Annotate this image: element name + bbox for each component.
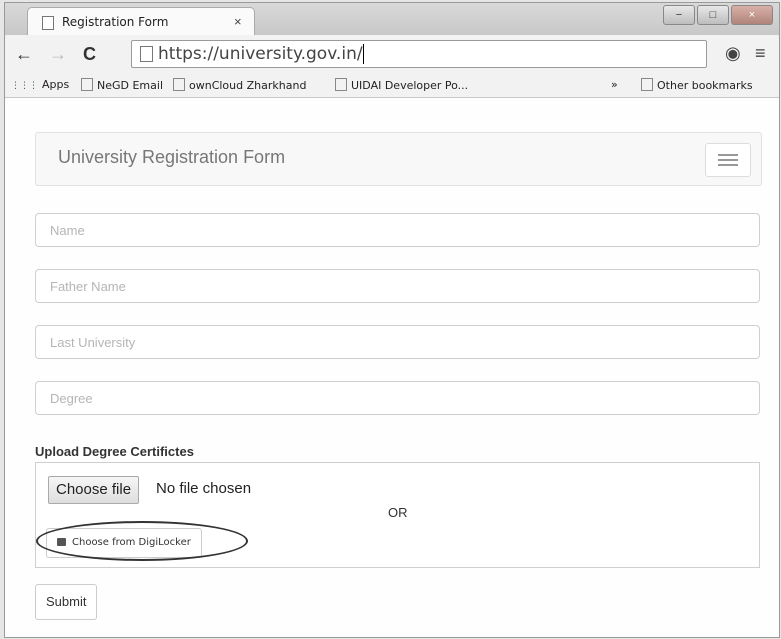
bookmarks-overflow[interactable]: » [611,78,618,91]
digilocker-button[interactable]: Choose from DigiLocker [46,528,202,558]
uidai-icon [335,78,347,91]
page-icon [42,16,54,30]
menu-icon[interactable]: ≡ [755,43,766,64]
last-university-field [35,325,760,359]
navbar: University Registration Form [35,132,762,186]
bookmark-apps[interactable]: ⋮⋮⋮ Apps [11,78,69,91]
browser-toolbar: ← → C https://university.gov.in/ ◉ ≡ [5,35,779,73]
hamburger-menu-button[interactable] [705,143,751,177]
bookmarks-bar: ⋮⋮⋮ Apps NeGD Email ownCloud Zharkhand UI… [5,73,779,98]
url-text[interactable]: https://university.gov.in/ [158,44,364,64]
forward-icon[interactable]: → [49,44,67,65]
apps-icon: ⋮⋮⋮ [11,81,38,91]
globe-icon[interactable]: ◉ [725,43,741,64]
degree-input[interactable] [48,382,752,414]
lock-icon [57,538,66,546]
page-icon [140,46,153,62]
maximize-icon[interactable]: □ [697,5,729,25]
address-bar[interactable]: https://university.gov.in/ [131,40,707,68]
hamburger-line [718,164,738,166]
minimize-icon[interactable]: − [663,5,695,25]
browser-window: Registration Form × − □ × ← → C https://… [4,2,780,638]
title-bar: Registration Form × − □ × [5,3,779,36]
name-field [35,213,760,247]
submit-button[interactable]: Submit [35,584,98,620]
tab-close-icon[interactable]: × [234,14,242,29]
upload-box: Choose file No file chosen OR Choose fro… [35,462,760,568]
page-content: University Registration Form Upload Degr… [5,98,779,637]
father-name-field [35,269,760,303]
hamburger-line [718,159,738,161]
back-icon[interactable]: ← [15,44,33,65]
page-icon [81,78,93,91]
cloud-icon [173,78,185,91]
bookmark-negd-email[interactable]: NeGD Email [81,78,163,92]
tab-title: Registration Form [62,15,169,29]
bookmark-owncloud[interactable]: ownCloud Zharkhand [173,78,306,92]
name-input[interactable] [48,214,752,246]
close-icon[interactable]: × [731,5,773,25]
father-name-input[interactable] [48,270,752,302]
upload-label: Upload Degree Certifictes [35,444,194,459]
last-university-input[interactable] [48,326,752,358]
or-text: OR [388,505,408,520]
bookmark-uidai[interactable]: UIDAI Developer Po... [335,78,468,92]
reload-icon[interactable]: C [83,44,96,65]
page-title[interactable]: University Registration Form [58,147,285,168]
choose-file-button[interactable]: Choose file [48,476,140,504]
tab-registration-form[interactable]: Registration Form × [27,7,255,36]
degree-field [35,381,760,415]
window-controls: − □ × [663,5,773,25]
folder-icon [641,78,653,91]
bookmark-other[interactable]: Other bookmarks [641,78,753,92]
hamburger-line [718,154,738,156]
file-status: No file chosen [156,480,252,497]
